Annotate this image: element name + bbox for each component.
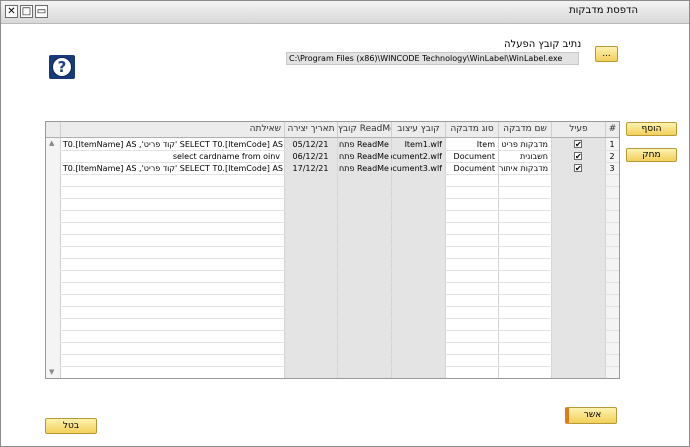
- design-cell[interactable]: Document3.wlf: [391, 163, 445, 174]
- scroll-down-icon[interactable]: ▼: [49, 368, 54, 376]
- name-cell[interactable]: מדבקות איתור: [498, 163, 551, 174]
- readme-link[interactable]: פתח ReadMe: [337, 163, 391, 174]
- date-cell: 17/12/21: [292, 164, 329, 173]
- design-cell[interactable]: Item1.wlf: [391, 139, 445, 150]
- row-divider: [60, 198, 619, 199]
- row-divider: [60, 270, 619, 271]
- col-design[interactable]: קובץ עיצוב: [391, 122, 445, 137]
- row-divider: [60, 210, 619, 211]
- type-cell[interactable]: Document: [445, 151, 498, 162]
- row-number: 1: [609, 140, 615, 149]
- ok-button[interactable]: אשר: [565, 407, 617, 424]
- query-cell[interactable]: SELECT T0.[ItemCode] AS 'קוד פריט', T0.[…: [61, 139, 283, 150]
- browse-button[interactable]: ...: [595, 46, 618, 62]
- row-divider: [60, 258, 619, 259]
- col-active[interactable]: פעיל: [551, 122, 605, 137]
- active-checkbox[interactable]: ✔: [574, 164, 582, 173]
- type-cell[interactable]: Document: [445, 163, 498, 174]
- row-divider: [60, 330, 619, 331]
- readme-link[interactable]: פתח ReadMe: [337, 151, 391, 162]
- col-number[interactable]: #: [605, 122, 619, 137]
- window-title: הדפסת מדבקות: [569, 5, 638, 16]
- exe-path-field: C:\Program Files (x86)\WINCODE Technolog…: [286, 52, 579, 65]
- row-divider: [60, 282, 619, 283]
- close-icon[interactable]: ✕: [5, 5, 18, 18]
- col-type[interactable]: סוג מדבקה: [445, 122, 498, 137]
- row-divider: [60, 222, 619, 223]
- row-divider: [60, 306, 619, 307]
- add-button[interactable]: הוסף: [626, 122, 677, 136]
- row-divider: [60, 366, 619, 367]
- row-divider: [60, 246, 619, 247]
- labels-table: ▲ ▼ שאילתה תאריך יצירה קובץ ReadMe קובץ …: [45, 121, 620, 379]
- exe-path-label: נתיב קובץ הפעלה: [504, 39, 582, 50]
- title-bar: ✕ □ ▭ הדפסת מדבקות: [1, 1, 689, 24]
- maximize-icon[interactable]: □: [20, 5, 33, 18]
- query-cell[interactable]: select cardname from oinv: [61, 151, 283, 162]
- scroll-up-icon[interactable]: ▲: [49, 139, 54, 147]
- delete-button[interactable]: מחק: [626, 148, 677, 162]
- col-date[interactable]: תאריך יצירה: [284, 122, 337, 137]
- query-cell[interactable]: SELECT T0.[ItemCode] AS 'קוד פריט', T0.[…: [61, 163, 283, 174]
- type-cell[interactable]: Item: [445, 139, 498, 150]
- active-checkbox[interactable]: ✔: [574, 140, 582, 149]
- active-checkbox[interactable]: ✔: [574, 152, 582, 161]
- vertical-scrollbar[interactable]: ▲ ▼: [46, 138, 61, 378]
- design-cell[interactable]: Document2.wlf: [391, 151, 445, 162]
- date-cell: 05/12/21: [292, 140, 329, 149]
- help-icon[interactable]: ?: [49, 55, 75, 79]
- name-cell[interactable]: מדבקות פריט: [498, 139, 551, 150]
- name-cell[interactable]: חשבונית: [498, 151, 551, 162]
- row-divider: [60, 318, 619, 319]
- col-name[interactable]: שם מדבקה: [498, 122, 551, 137]
- row-divider: [60, 354, 619, 355]
- row-number: 2: [609, 152, 615, 161]
- date-cell: 06/12/21: [292, 152, 329, 161]
- row-divider: [60, 234, 619, 235]
- print-labels-window: ✕ □ ▭ הדפסת מדבקות ? נתיב קובץ הפעלה C:\…: [0, 0, 690, 447]
- row-divider: [60, 174, 619, 175]
- minimize-icon[interactable]: ▭: [35, 5, 48, 18]
- row-number: 3: [609, 164, 615, 173]
- table-header: שאילתה תאריך יצירה קובץ ReadMe קובץ עיצו…: [46, 122, 619, 138]
- row-divider: [60, 186, 619, 187]
- col-readme[interactable]: קובץ ReadMe: [337, 122, 391, 137]
- row-divider: [60, 342, 619, 343]
- col-query[interactable]: שאילתה: [60, 122, 284, 137]
- row-divider: [60, 294, 619, 295]
- readme-link[interactable]: פתח ReadMe: [337, 139, 391, 150]
- cancel-button[interactable]: בטל: [45, 418, 97, 434]
